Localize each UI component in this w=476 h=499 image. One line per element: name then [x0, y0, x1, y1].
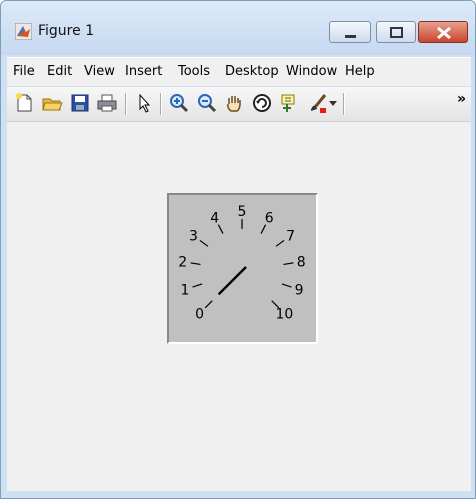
rotate-3d-icon[interactable] [251, 92, 273, 114]
gauge-tick [199, 239, 209, 247]
open-file-icon[interactable] [41, 92, 63, 114]
matlab-icon [15, 23, 32, 40]
gauge-tick-label: 10 [276, 306, 294, 322]
print-icon[interactable] [96, 92, 118, 114]
gauge-tick-label: 0 [195, 306, 204, 322]
gauge-tick-label: 6 [265, 211, 274, 227]
window-title: Figure 1 [38, 23, 95, 39]
menu-view[interactable]: View [84, 64, 122, 79]
new-figure-icon[interactable] [13, 92, 35, 114]
menu-bar: File Edit View Insert Tools Desktop Wind… [7, 57, 471, 86]
figure-toolbar: » [7, 87, 471, 122]
gauge-tick-label: 7 [286, 229, 295, 245]
menu-file[interactable]: File [13, 64, 35, 79]
gauge-tick [281, 283, 292, 288]
chevron-down-icon[interactable] [329, 101, 337, 107]
gauge-panel: 0 1 2 3 4 5 6 7 8 9 10 [167, 193, 318, 344]
gauge-tick-label: 4 [210, 211, 219, 227]
gauge-tick-label: 3 [189, 229, 198, 245]
gauge-tick [283, 262, 294, 266]
toolbar-separator [343, 93, 345, 115]
gauge-tick-label: 5 [238, 204, 247, 220]
edit-plot-arrow-icon[interactable] [133, 92, 155, 114]
data-cursor-icon[interactable] [279, 92, 301, 114]
menu-edit[interactable]: Edit [47, 64, 72, 79]
brush-icon[interactable] [307, 92, 329, 114]
save-icon[interactable] [69, 92, 91, 114]
minimize-icon [345, 35, 356, 38]
zoom-out-icon[interactable] [196, 92, 218, 114]
toolbar-overflow-button[interactable]: » [457, 91, 466, 107]
title-bar[interactable]: Figure 1 [1, 1, 475, 55]
minimize-button[interactable] [329, 21, 371, 43]
menu-tools[interactable]: Tools [178, 64, 220, 79]
gauge-tick-label: 9 [295, 283, 304, 299]
gauge-tick [275, 239, 285, 247]
gauge-tick-label: 2 [178, 255, 187, 271]
figure-window: Figure 1 File Edit View Insert Tools Des… [0, 0, 476, 499]
maximize-button[interactable] [376, 21, 416, 43]
toolbar-separator [160, 93, 162, 115]
toolbar-separator [125, 93, 127, 115]
maximize-icon [390, 27, 403, 38]
menu-window[interactable]: Window [286, 64, 341, 79]
gauge-tick [192, 283, 203, 288]
gauge-tick [204, 300, 213, 309]
close-button[interactable] [418, 21, 468, 43]
gauge-tick-label: 1 [180, 283, 189, 299]
menu-help[interactable]: Help [345, 64, 375, 79]
gauge-needle [217, 266, 247, 296]
close-icon [437, 26, 451, 40]
gauge-tick [190, 262, 201, 266]
menu-desktop[interactable]: Desktop [225, 64, 281, 79]
gauge-tick-label: 8 [297, 255, 306, 271]
gauge-dial: 01 234 5 678 910 [178, 204, 306, 322]
zoom-in-icon[interactable] [168, 92, 190, 114]
menu-insert[interactable]: Insert [125, 64, 174, 79]
figure-canvas: 0 1 2 3 4 5 6 7 8 9 10 [7, 122, 471, 491]
pan-hand-icon[interactable] [223, 92, 245, 114]
